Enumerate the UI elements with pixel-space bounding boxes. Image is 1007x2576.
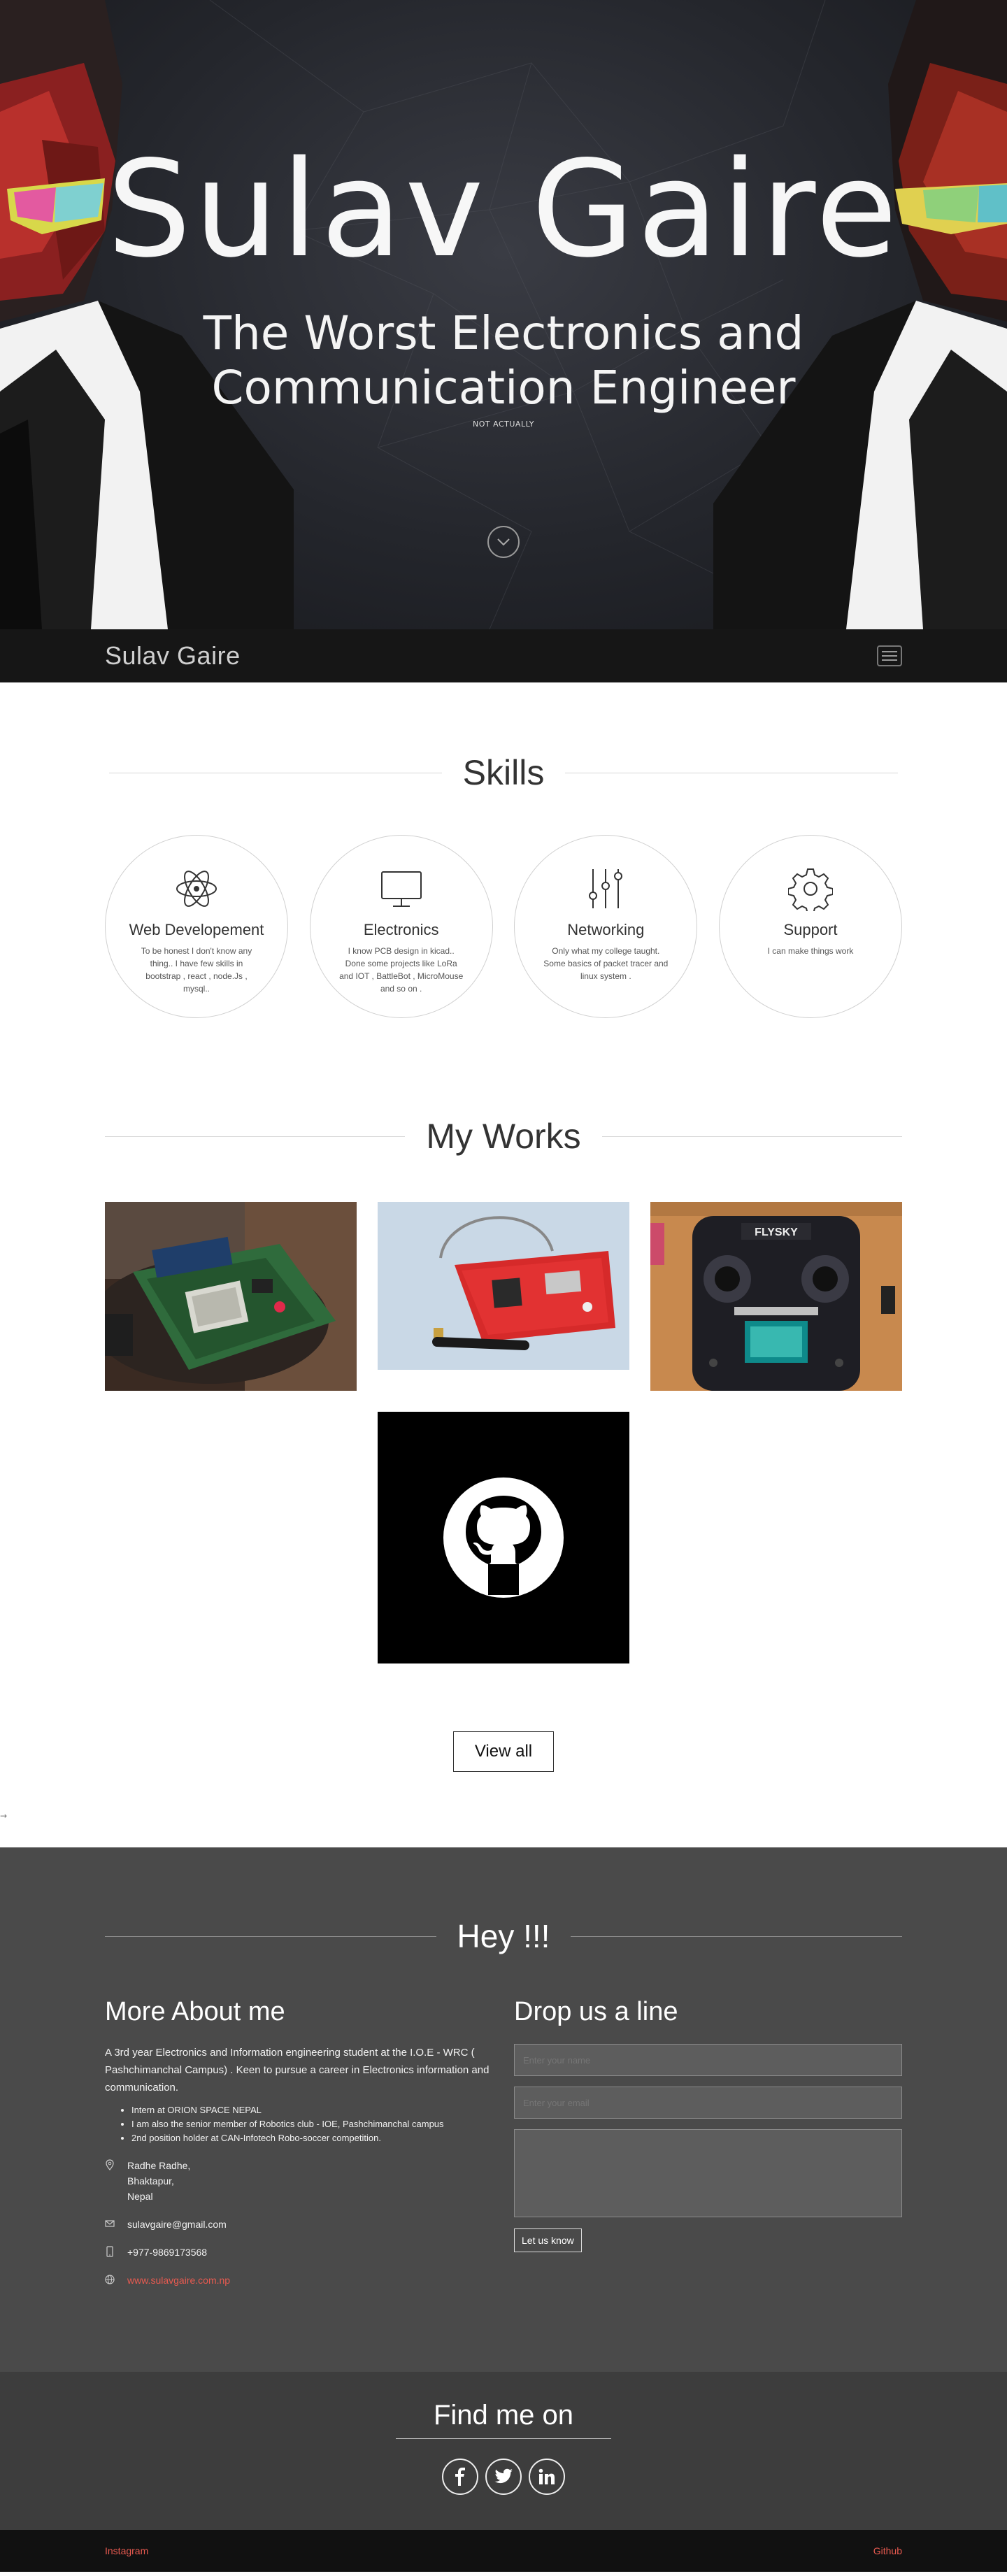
divider [105,1136,406,1137]
twitter-icon [494,2468,513,2484]
phone-icon [106,2246,113,2257]
view-all-button[interactable]: View all [452,1731,555,1772]
skills-heading: Skills [462,753,545,792]
brand-logo-text[interactable]: Sulav Gaire [105,641,241,671]
svg-text:FLYSKY: FLYSKY [755,1226,798,1238]
divider [105,1935,436,1937]
section-arrow: → [0,1772,1007,1847]
skill-card-support: Support I can make things work [718,835,902,1018]
atom-icon [176,871,217,907]
chevron-down-icon [497,538,510,546]
work-item-flysky-transmitter[interactable]: FLYSKY [650,1202,902,1391]
skill-title: Electronics [363,921,439,938]
skill-description: Only what my college taught. Some basics… [543,946,669,981]
submit-button[interactable]: Let us know [514,2228,582,2252]
hamburger-icon [882,651,897,652]
hero-banner: Sulav Gaire The Worst Electronics and Co… [0,0,1007,629]
address: Radhe Radhe, Bhaktapur, Nepal [127,2158,190,2204]
address-line: Radhe Radhe, [127,2160,191,2171]
about-me-title: More About me [105,1997,285,2026]
about-me-column: More About me A 3rd year Electronics and… [105,1997,493,2288]
hero-subtitle: The Worst Electronics and Communication … [203,306,804,415]
address-line: Bhaktapur, [127,2175,174,2187]
scroll-down-button[interactable] [487,526,520,558]
name-input[interactable] [514,2044,902,2076]
skill-description: I can make things work [767,946,854,956]
contact-form-title: Drop us a line [514,1997,678,2026]
find-me-heading: Find me on [395,2400,612,2439]
gear-icon [787,868,833,911]
achievements-list: Intern at ORION SPACE NEPAL I am also th… [131,2103,493,2145]
about-columns: More About me A 3rd year Electronics and… [105,1997,902,2288]
contact-form-column: Drop us a line Let us know [514,1997,902,2288]
flysky-transmitter-photo: FLYSKY [650,1202,902,1391]
email-text: sulavgaire@gmail.com [127,2219,227,2230]
skills-heading-block: Skills [105,752,902,793]
footer: Instagram Github [0,2530,1007,2572]
phone-row: +977-9869173568 [105,2245,493,2260]
about-heading: Hey !!! [457,1918,550,1954]
skill-description: I know PCB design in kicad.. Done some p… [339,946,464,994]
skill-card-electronics: Electronics I know PCB design in kicad..… [309,835,493,1018]
location-pin-icon [106,2159,114,2170]
github-logo [443,1477,564,1598]
website-row: www.sulavgaire.com.np [105,2273,493,2288]
address-row: Radhe Radhe, Bhaktapur, Nepal [105,2158,493,2204]
divider [601,1136,903,1137]
email-input[interactable] [514,2087,902,2119]
menu-toggle-button[interactable] [877,645,902,666]
divider [571,1935,902,1937]
skill-description: To be honest I don't know any thing.. I … [141,946,252,994]
arrow-glyph: → [0,1811,8,1821]
globe-icon [105,2275,115,2284]
social-links [0,2459,1007,2495]
about-section: Hey !!! More About me A 3rd year Electro… [0,1847,1007,2372]
list-item: Intern at ORION SPACE NEPAL [131,2103,493,2117]
hero-title: Sulav Gaire [106,132,901,287]
website-link[interactable]: www.sulavgaire.com.np [127,2273,230,2288]
work-item-red-pcb[interactable] [378,1202,629,1391]
github-link[interactable]: Github [873,2545,902,2556]
skill-title: Networking [567,921,645,938]
monitor-icon [380,871,422,907]
facebook-link[interactable] [442,2459,478,2495]
facebook-icon [455,2468,465,2486]
skills-section: Skills Web Developement To be honest I d… [0,682,1007,1018]
instagram-link[interactable]: Instagram [105,2545,148,2556]
work-item-github[interactable] [378,1412,629,1663]
email-row: sulavgaire@gmail.com [105,2217,493,2232]
message-textarea[interactable] [514,2129,902,2217]
social-section: Find me on [0,2372,1007,2530]
skills-list: Web Developement To be honest I don't kn… [105,835,902,1018]
works-heading: My Works [426,1117,581,1156]
works-section: My Works FLYSKY View all [0,1018,1007,1772]
skill-card-networking: Networking Only what my college taught. … [514,835,698,1018]
about-heading-block: Hey !!! [105,1917,902,1955]
skill-title: Support [783,921,838,938]
address-line: Nepal [127,2191,153,2202]
works-row-2 [105,1412,902,1663]
list-item: 2nd position holder at CAN-Infotech Robo… [131,2131,493,2145]
twitter-link[interactable] [485,2459,522,2495]
phone-text: +977-9869173568 [127,2247,208,2258]
view-all-wrap: View all [105,1731,902,1772]
envelope-icon [105,2220,115,2227]
linkedin-icon [538,2468,555,2484]
list-item: I am also the senior member of Robotics … [131,2117,493,2131]
work-item-lora-board[interactable] [105,1202,357,1391]
sliders-icon [589,869,623,908]
about-me-text: A 3rd year Electronics and Information e… [105,2047,490,2094]
skill-card-web: Web Developement To be honest I don't kn… [105,835,288,1018]
linkedin-link[interactable] [529,2459,565,2495]
works-heading-block: My Works [105,1116,903,1157]
top-navbar: Sulav Gaire [0,629,1007,682]
lora-board-photo [105,1202,357,1391]
works-grid: FLYSKY [105,1202,902,1391]
skill-title: Web Developement [129,921,264,938]
red-pcb-photo [378,1202,629,1391]
hero-note: NOT ACTUALLY [473,420,534,429]
